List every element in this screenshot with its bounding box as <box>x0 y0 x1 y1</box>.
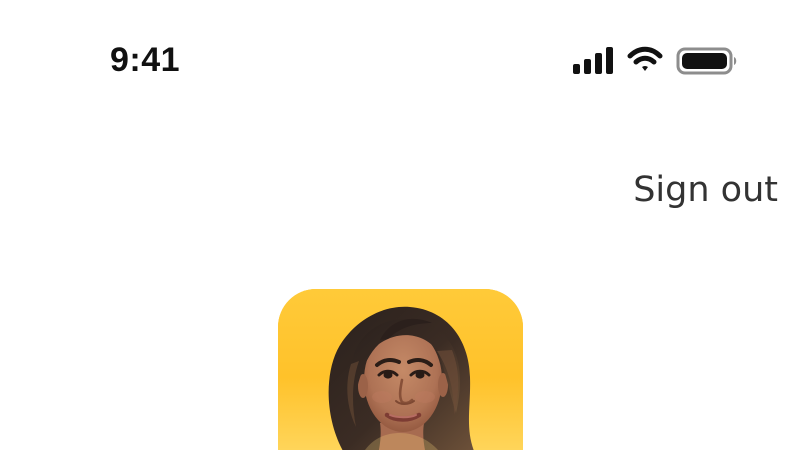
sign-out-button[interactable]: Sign out <box>610 168 778 212</box>
signal-icon <box>573 47 613 74</box>
avatar <box>278 289 523 450</box>
status-icons <box>572 44 742 76</box>
status-time: 9:41 <box>110 41 181 79</box>
battery-icon <box>676 47 737 75</box>
wifi-icon <box>627 46 663 71</box>
profile-avatar-card <box>278 289 523 450</box>
status-bar: 9:41 <box>0 0 800 110</box>
